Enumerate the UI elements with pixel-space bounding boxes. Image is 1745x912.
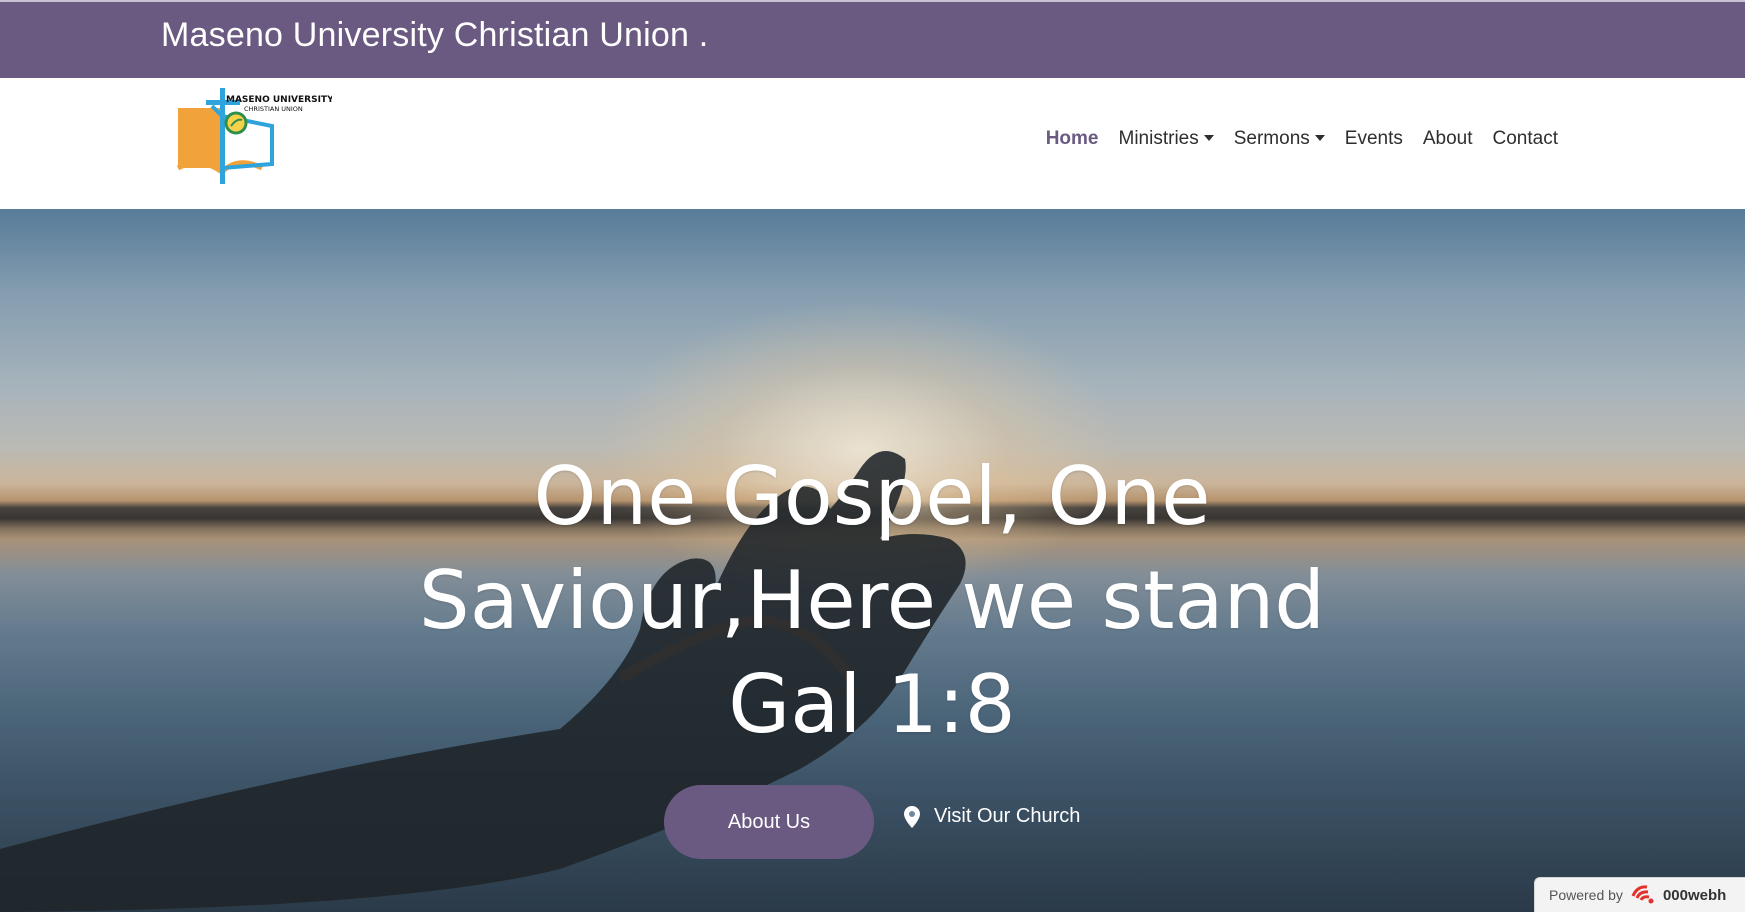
logo-text-line2: CHRISTIAN UNION	[244, 105, 303, 113]
visit-our-church-link[interactable]: Visit Our Church	[904, 805, 1080, 828]
nav-item-events-label: Events	[1344, 128, 1403, 149]
about-us-button[interactable]: About Us	[664, 785, 874, 859]
nav-item-about[interactable]: About	[1423, 128, 1473, 150]
about-us-button-label: About Us	[727, 810, 811, 833]
map-pin-icon	[904, 805, 920, 828]
nav-item-about-label: About	[1422, 128, 1473, 149]
visit-our-church-label: Visit Our Church	[934, 805, 1081, 827]
main-nav: Home Ministries Sermons Events About Con…	[1046, 128, 1558, 150]
nav-item-sermons[interactable]: Sermons	[1234, 128, 1325, 150]
000webhost-icon	[1631, 885, 1654, 904]
caret-down-icon	[1203, 135, 1214, 141]
nav-item-contact[interactable]: Contact	[1493, 128, 1558, 150]
maseno-cu-logo[interactable]: MASENO UNIVERSITY CHRISTIAN UNION	[176, 86, 332, 202]
hero-headline-line2: Saviour,Here we stand	[418, 554, 1326, 647]
nav-item-ministries-label: Ministries	[1118, 128, 1199, 149]
powered-by-badge[interactable]: Powered by 000webh	[1534, 877, 1745, 912]
nav-item-ministries[interactable]: Ministries	[1119, 128, 1214, 150]
caret-down-icon	[1314, 135, 1325, 141]
hero-headline: One Gospel, One Saviour,Here we stand Ga…	[372, 445, 1372, 757]
site-title: Maseno University Christian Union .	[161, 16, 709, 54]
powered-by-prefix: Powered by	[1549, 887, 1623, 903]
nav-item-home-label: Home	[1045, 128, 1099, 149]
hero-section: One Gospel, One Saviour,Here we stand Ga…	[0, 209, 1745, 912]
powered-by-brand: 000webh	[1662, 886, 1727, 904]
nav-item-sermons-label: Sermons	[1233, 128, 1310, 149]
hero-headline-line3: Gal 1:8	[728, 658, 1016, 751]
navbar: MASENO UNIVERSITY CHRISTIAN UNION Home M…	[0, 78, 1745, 209]
nav-item-home[interactable]: Home	[1046, 128, 1099, 150]
nav-item-contact-label: Contact	[1492, 128, 1558, 149]
hero-headline-line1: One Gospel, One	[533, 450, 1211, 543]
top-banner: Maseno University Christian Union .	[0, 0, 1745, 78]
nav-item-events[interactable]: Events	[1345, 128, 1403, 150]
logo-text-line1: MASENO UNIVERSITY	[226, 95, 332, 105]
